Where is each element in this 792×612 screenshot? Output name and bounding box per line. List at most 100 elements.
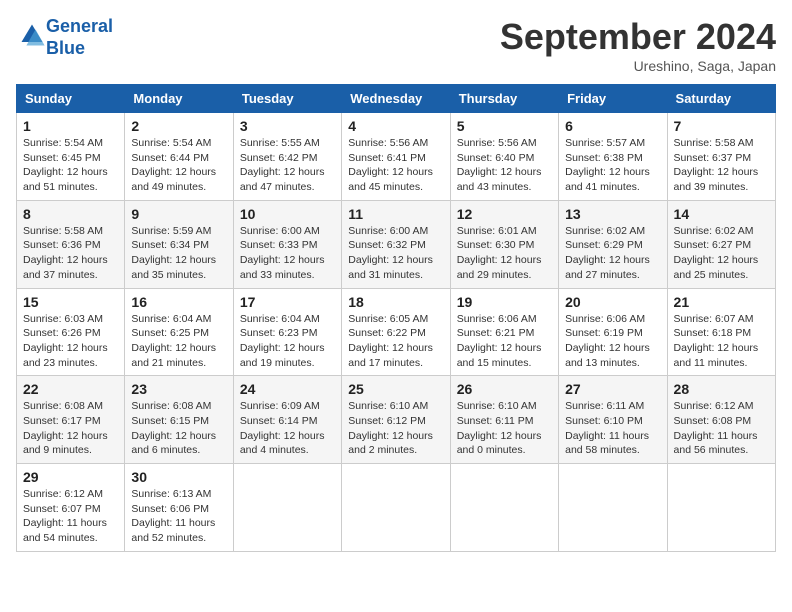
column-header-friday: Friday (559, 85, 667, 113)
calendar-cell: 1 Sunrise: 5:54 AM Sunset: 6:45 PM Daylig… (17, 113, 125, 201)
day-number: 9 (131, 206, 226, 222)
day-info: Sunrise: 5:56 AM Sunset: 6:40 PM Dayligh… (457, 136, 552, 195)
logo-icon (18, 21, 46, 49)
day-number: 7 (674, 118, 769, 134)
calendar-cell: 18 Sunrise: 6:05 AM Sunset: 6:22 PM Dayli… (342, 288, 450, 376)
day-number: 5 (457, 118, 552, 134)
day-info: Sunrise: 6:00 AM Sunset: 6:33 PM Dayligh… (240, 224, 335, 283)
day-info: Sunrise: 5:58 AM Sunset: 6:36 PM Dayligh… (23, 224, 118, 283)
calendar-header-row: SundayMondayTuesdayWednesdayThursdayFrid… (17, 85, 776, 113)
day-info: Sunrise: 6:06 AM Sunset: 6:21 PM Dayligh… (457, 312, 552, 371)
day-number: 14 (674, 206, 769, 222)
logo: General Blue (16, 16, 113, 59)
calendar-cell: 17 Sunrise: 6:04 AM Sunset: 6:23 PM Dayli… (233, 288, 341, 376)
calendar-cell: 19 Sunrise: 6:06 AM Sunset: 6:21 PM Dayli… (450, 288, 558, 376)
day-number: 8 (23, 206, 118, 222)
calendar-cell (450, 464, 558, 552)
logo-text: General Blue (46, 16, 113, 59)
day-number: 4 (348, 118, 443, 134)
column-header-sunday: Sunday (17, 85, 125, 113)
calendar-cell (233, 464, 341, 552)
calendar-cell: 24 Sunrise: 6:09 AM Sunset: 6:14 PM Dayli… (233, 376, 341, 464)
day-number: 2 (131, 118, 226, 134)
calendar-cell (342, 464, 450, 552)
day-number: 18 (348, 294, 443, 310)
calendar-cell: 14 Sunrise: 6:02 AM Sunset: 6:27 PM Dayli… (667, 200, 775, 288)
calendar-cell: 16 Sunrise: 6:04 AM Sunset: 6:25 PM Dayli… (125, 288, 233, 376)
calendar-cell: 26Sunrise: 6:10 AM Sunset: 6:11 PM Dayli… (450, 376, 558, 464)
day-number: 13 (565, 206, 660, 222)
day-info: Sunrise: 6:10 AM Sunset: 6:11 PM Dayligh… (457, 399, 552, 458)
day-number: 19 (457, 294, 552, 310)
calendar-cell: 21 Sunrise: 6:07 AM Sunset: 6:18 PM Dayli… (667, 288, 775, 376)
day-number: 11 (348, 206, 443, 222)
day-number: 17 (240, 294, 335, 310)
day-info: Sunrise: 6:04 AM Sunset: 6:23 PM Dayligh… (240, 312, 335, 371)
calendar-cell: 29Sunrise: 6:12 AM Sunset: 6:07 PM Dayli… (17, 464, 125, 552)
day-info: Sunrise: 6:12 AM Sunset: 6:08 PM Dayligh… (674, 399, 769, 458)
day-number: 20 (565, 294, 660, 310)
column-header-monday: Monday (125, 85, 233, 113)
calendar-cell: 20Sunrise: 6:06 AM Sunset: 6:19 PM Dayli… (559, 288, 667, 376)
calendar-cell (559, 464, 667, 552)
calendar-week-row: 8 Sunrise: 5:58 AM Sunset: 6:36 PM Daylig… (17, 200, 776, 288)
column-header-wednesday: Wednesday (342, 85, 450, 113)
day-info: Sunrise: 6:00 AM Sunset: 6:32 PM Dayligh… (348, 224, 443, 283)
day-number: 25 (348, 381, 443, 397)
calendar-week-row: 1 Sunrise: 5:54 AM Sunset: 6:45 PM Daylig… (17, 113, 776, 201)
calendar-cell: 13 Sunrise: 6:02 AM Sunset: 6:29 PM Dayli… (559, 200, 667, 288)
calendar-cell: 25Sunrise: 6:10 AM Sunset: 6:12 PM Dayli… (342, 376, 450, 464)
title-block: September 2024 Ureshino, Saga, Japan (500, 16, 776, 74)
day-number: 15 (23, 294, 118, 310)
calendar-cell: 3 Sunrise: 5:55 AM Sunset: 6:42 PM Daylig… (233, 113, 341, 201)
day-info: Sunrise: 6:04 AM Sunset: 6:25 PM Dayligh… (131, 312, 226, 371)
calendar-cell: 10Sunrise: 6:00 AM Sunset: 6:33 PM Dayli… (233, 200, 341, 288)
calendar-cell: 9 Sunrise: 5:59 AM Sunset: 6:34 PM Daylig… (125, 200, 233, 288)
day-info: Sunrise: 6:08 AM Sunset: 6:17 PM Dayligh… (23, 399, 118, 458)
calendar-cell: 23Sunrise: 6:08 AM Sunset: 6:15 PM Dayli… (125, 376, 233, 464)
month-title: September 2024 (500, 16, 776, 58)
day-number: 6 (565, 118, 660, 134)
calendar-week-row: 15 Sunrise: 6:03 AM Sunset: 6:26 PM Dayli… (17, 288, 776, 376)
calendar-cell: 11 Sunrise: 6:00 AM Sunset: 6:32 PM Dayli… (342, 200, 450, 288)
day-number: 1 (23, 118, 118, 134)
day-info: Sunrise: 5:54 AM Sunset: 6:44 PM Dayligh… (131, 136, 226, 195)
day-info: Sunrise: 6:02 AM Sunset: 6:29 PM Dayligh… (565, 224, 660, 283)
day-number: 21 (674, 294, 769, 310)
day-info: Sunrise: 6:07 AM Sunset: 6:18 PM Dayligh… (674, 312, 769, 371)
day-number: 30 (131, 469, 226, 485)
calendar-cell: 7Sunrise: 5:58 AM Sunset: 6:37 PM Daylig… (667, 113, 775, 201)
day-number: 24 (240, 381, 335, 397)
calendar-cell: 5 Sunrise: 5:56 AM Sunset: 6:40 PM Daylig… (450, 113, 558, 201)
calendar-cell: 8 Sunrise: 5:58 AM Sunset: 6:36 PM Daylig… (17, 200, 125, 288)
day-info: Sunrise: 6:03 AM Sunset: 6:26 PM Dayligh… (23, 312, 118, 371)
calendar-cell: 15 Sunrise: 6:03 AM Sunset: 6:26 PM Dayli… (17, 288, 125, 376)
calendar-cell: 12 Sunrise: 6:01 AM Sunset: 6:30 PM Dayli… (450, 200, 558, 288)
day-info: Sunrise: 5:59 AM Sunset: 6:34 PM Dayligh… (131, 224, 226, 283)
calendar-table: SundayMondayTuesdayWednesdayThursdayFrid… (16, 84, 776, 552)
day-info: Sunrise: 6:11 AM Sunset: 6:10 PM Dayligh… (565, 399, 660, 458)
calendar-cell: 22 Sunrise: 6:08 AM Sunset: 6:17 PM Dayli… (17, 376, 125, 464)
day-info: Sunrise: 5:56 AM Sunset: 6:41 PM Dayligh… (348, 136, 443, 195)
day-number: 3 (240, 118, 335, 134)
calendar-cell: 27Sunrise: 6:11 AM Sunset: 6:10 PM Dayli… (559, 376, 667, 464)
day-info: Sunrise: 6:02 AM Sunset: 6:27 PM Dayligh… (674, 224, 769, 283)
day-info: Sunrise: 5:55 AM Sunset: 6:42 PM Dayligh… (240, 136, 335, 195)
page-header: General Blue September 2024 Ureshino, Sa… (16, 16, 776, 74)
day-number: 16 (131, 294, 226, 310)
column-header-saturday: Saturday (667, 85, 775, 113)
day-number: 22 (23, 381, 118, 397)
day-info: Sunrise: 6:01 AM Sunset: 6:30 PM Dayligh… (457, 224, 552, 283)
calendar-week-row: 29Sunrise: 6:12 AM Sunset: 6:07 PM Dayli… (17, 464, 776, 552)
day-info: Sunrise: 6:05 AM Sunset: 6:22 PM Dayligh… (348, 312, 443, 371)
day-info: Sunrise: 5:57 AM Sunset: 6:38 PM Dayligh… (565, 136, 660, 195)
day-number: 12 (457, 206, 552, 222)
calendar-cell: 2 Sunrise: 5:54 AM Sunset: 6:44 PM Daylig… (125, 113, 233, 201)
calendar-cell: 6 Sunrise: 5:57 AM Sunset: 6:38 PM Daylig… (559, 113, 667, 201)
day-info: Sunrise: 5:54 AM Sunset: 6:45 PM Dayligh… (23, 136, 118, 195)
location: Ureshino, Saga, Japan (500, 58, 776, 74)
day-info: Sunrise: 6:09 AM Sunset: 6:14 PM Dayligh… (240, 399, 335, 458)
day-number: 23 (131, 381, 226, 397)
day-info: Sunrise: 6:12 AM Sunset: 6:07 PM Dayligh… (23, 487, 118, 546)
calendar-cell: 30Sunrise: 6:13 AM Sunset: 6:06 PM Dayli… (125, 464, 233, 552)
